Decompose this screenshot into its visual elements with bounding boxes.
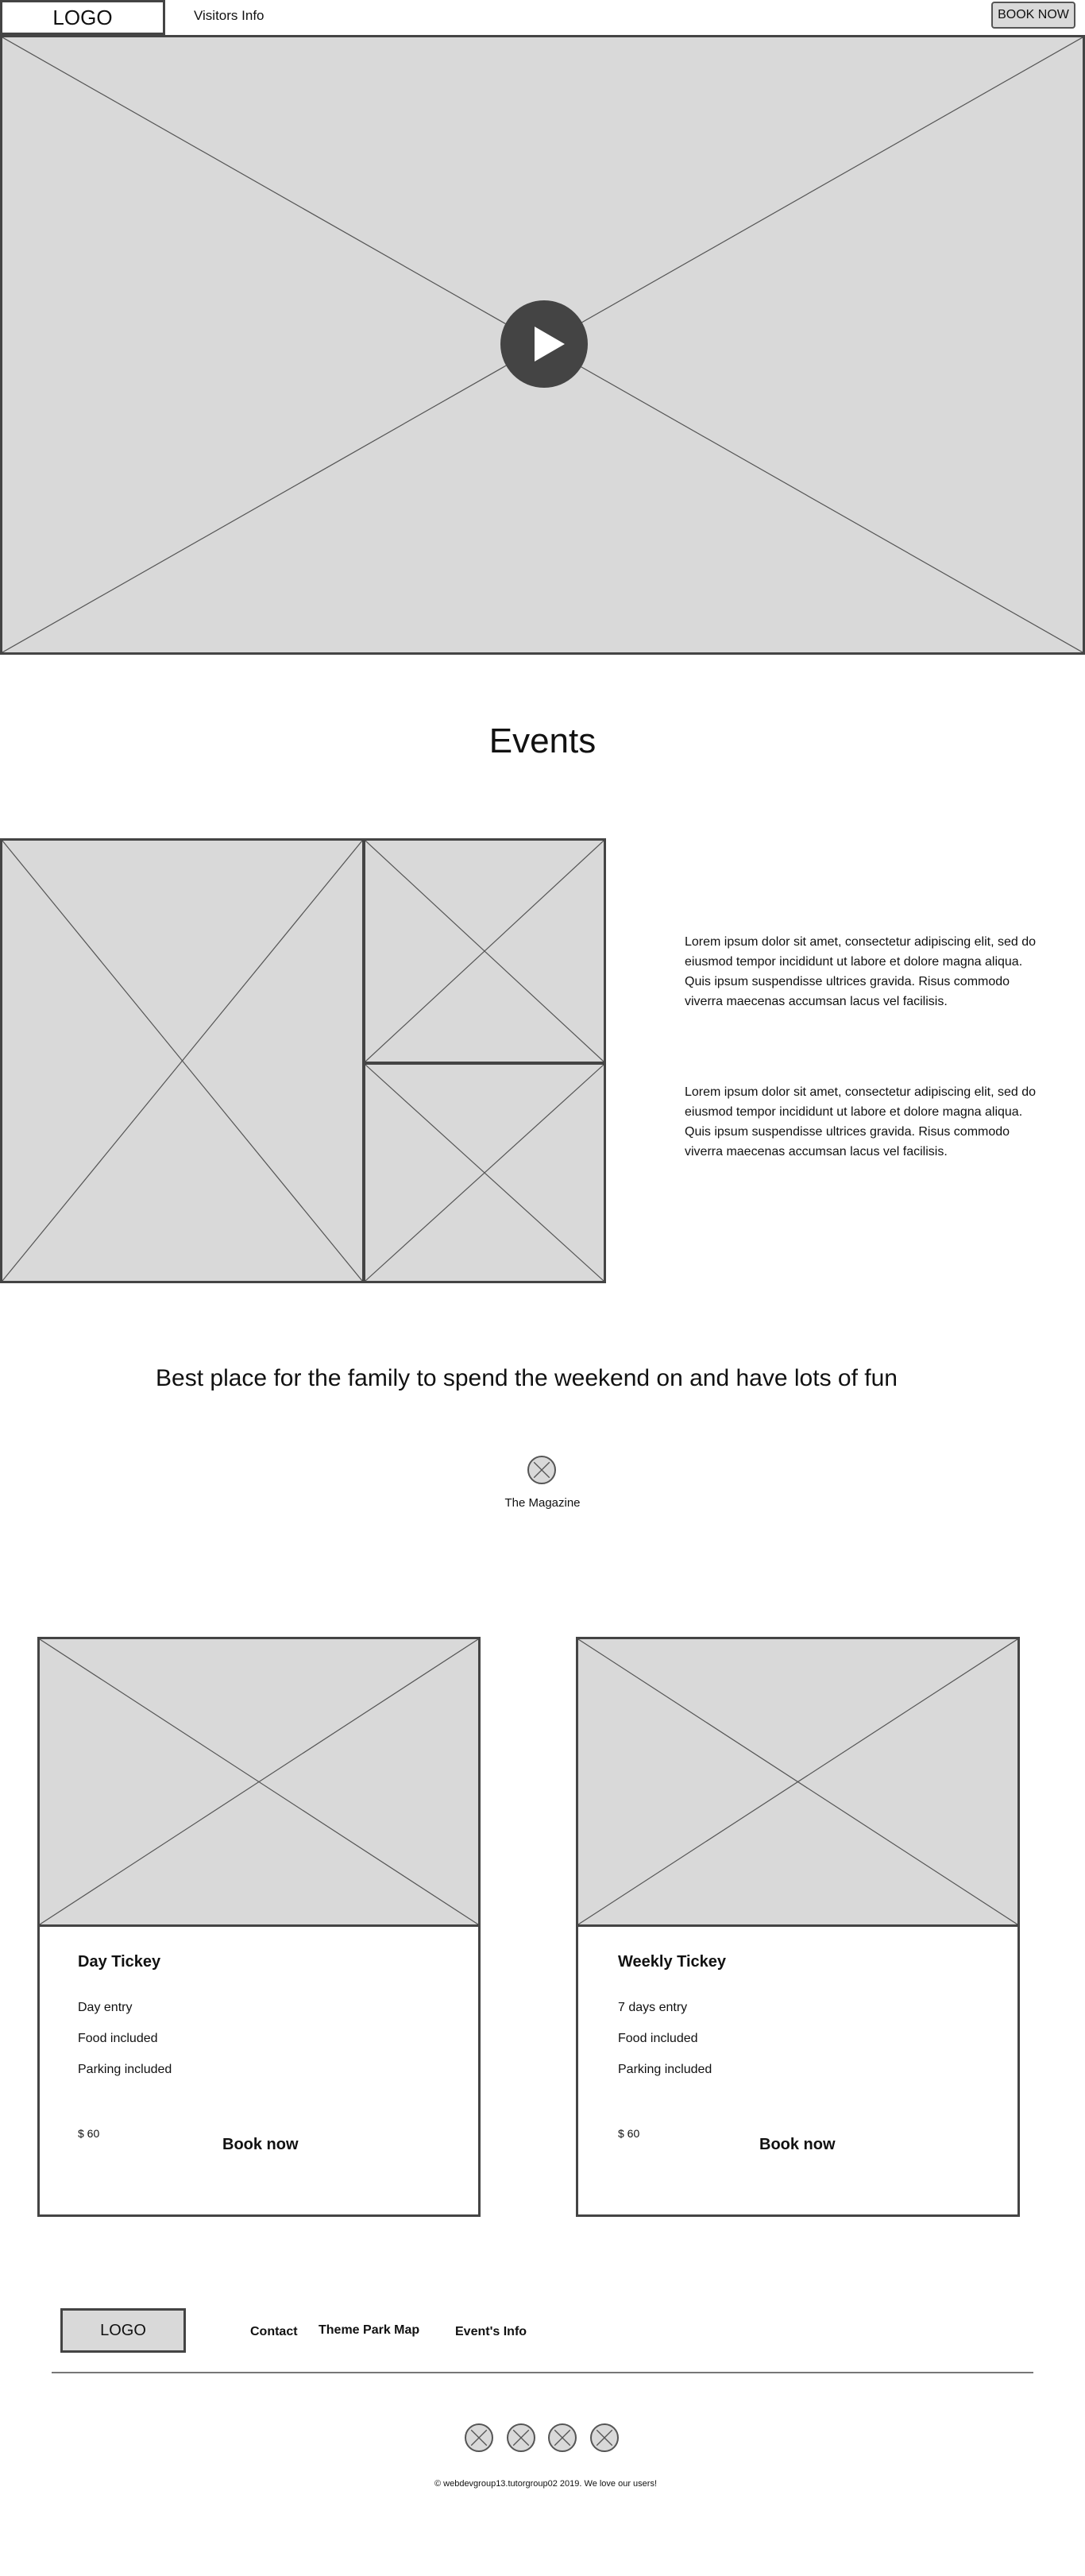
magazine-label[interactable]: The Magazine	[477, 1496, 608, 1510]
play-icon[interactable]	[500, 300, 588, 388]
tagline: Best place for the family to spend the w…	[156, 1365, 898, 1391]
ticket-feature: Day entry	[78, 2001, 133, 2014]
ticket-feature: Food included	[618, 2032, 698, 2045]
social-icon-3[interactable]	[548, 2423, 577, 2452]
events-title: Events	[488, 721, 597, 760]
ticket-image	[576, 1637, 1020, 1927]
footer-link-events-info[interactable]: Event's Info	[455, 2325, 527, 2339]
nav-visitors-info[interactable]: Visitors Info	[194, 6, 264, 25]
ticket-feature: Parking included	[618, 2063, 712, 2076]
ticket-price: $ 60	[78, 2127, 100, 2140]
event-image-bottom	[363, 1062, 606, 1283]
ticket-feature: Parking included	[78, 2063, 172, 2076]
ticket-image	[37, 1637, 481, 1927]
social-icon-4[interactable]	[590, 2423, 619, 2452]
ticket-price: $ 60	[618, 2127, 640, 2140]
footer-divider	[52, 2372, 1033, 2373]
ticket-feature: 7 days entry	[618, 2001, 688, 2014]
footer-link-contact[interactable]: Contact	[250, 2325, 298, 2339]
event-image-top	[363, 838, 606, 1064]
ticket-book-now-button[interactable]: Book now	[759, 2136, 836, 2154]
ticket-title: Weekly Tickey	[618, 1953, 727, 1971]
ticket-book-now-button[interactable]: Book now	[222, 2136, 299, 2154]
footer-link-park-map[interactable]: Theme Park Map	[319, 2323, 419, 2338]
footer-logo[interactable]: LOGO	[60, 2308, 186, 2353]
copyright: © webdevgroup13.tutorgroup02 2019. We lo…	[434, 2479, 658, 2489]
event-image-large	[0, 838, 365, 1283]
social-icon-2[interactable]	[507, 2423, 535, 2452]
magazine-icon[interactable]	[527, 1456, 556, 1484]
social-icon-1[interactable]	[465, 2423, 493, 2452]
header-logo[interactable]: LOGO	[0, 0, 165, 35]
book-now-button[interactable]: BOOK NOW	[991, 2, 1075, 29]
event-paragraph: Lorem ipsum dolor sit amet, consectetur …	[685, 935, 1036, 1008]
ticket-title: Day Tickey	[78, 1953, 161, 1971]
ticket-feature: Food included	[78, 2032, 158, 2045]
event-paragraph: Lorem ipsum dolor sit amet, consectetur …	[685, 1085, 1036, 1158]
